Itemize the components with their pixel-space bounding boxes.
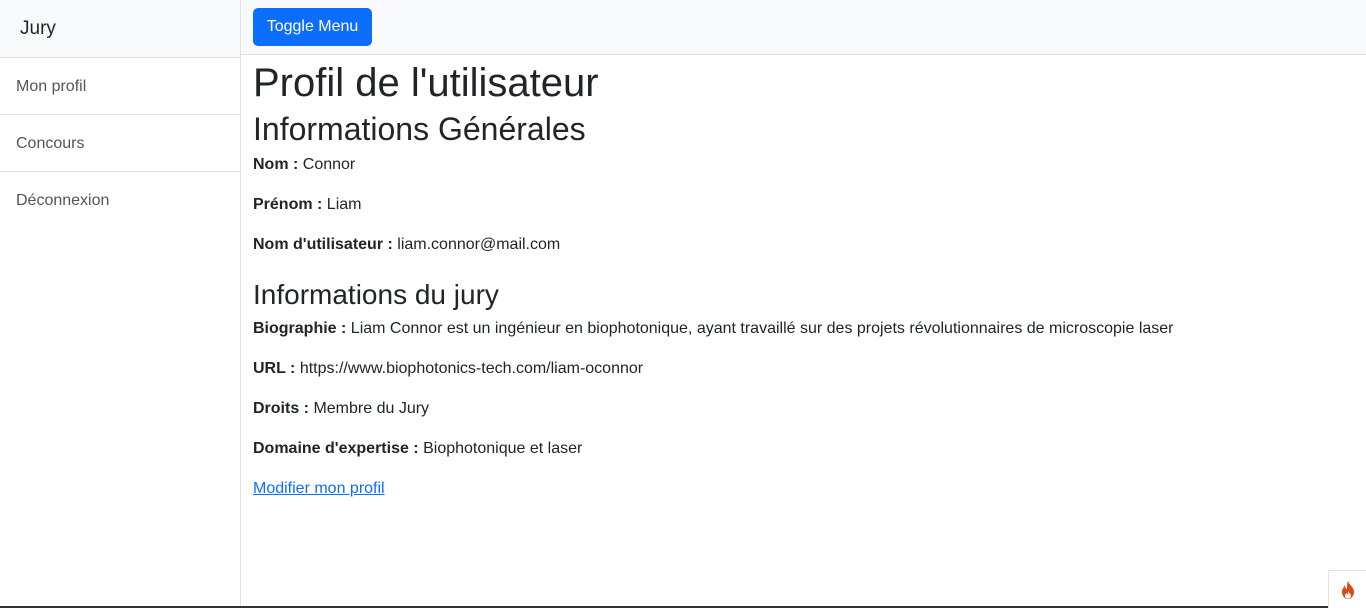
main-content: Profil de l'utilisateur Informations Gén…: [253, 55, 1353, 501]
page-title: Profil de l'utilisateur: [253, 61, 599, 105]
sidebar-item-deconnexion[interactable]: Déconnexion: [0, 172, 240, 228]
info-value: Biophotonique et laser: [423, 440, 583, 457]
sidebar-heading: Jury: [0, 0, 240, 58]
jury-info-heading: Informations du jury: [253, 279, 499, 310]
info-value: Connor: [302, 156, 356, 173]
sidebar-item-mon-profil[interactable]: Mon profil: [0, 58, 240, 115]
info-label: Droits :: [253, 400, 309, 417]
info-row-prenom: Prénom : Liam: [253, 193, 1353, 217]
info-label: URL :: [253, 360, 296, 377]
info-value: liam.connor@mail.com: [397, 236, 561, 253]
info-label: Prénom :: [253, 196, 323, 213]
info-label: Domaine d'expertise :: [253, 440, 419, 457]
info-label: Nom d'utilisateur :: [253, 236, 393, 253]
top-navbar: Toggle Menu: [241, 0, 1366, 55]
info-value: Liam Connor est un ingénieur en biophoto…: [350, 320, 1174, 337]
info-row-droits: Droits : Membre du Jury: [253, 397, 1353, 421]
info-value: https://www.biophotonics-tech.com/liam-o…: [299, 360, 644, 377]
edit-profile-link[interactable]: Modifier mon profil: [253, 477, 385, 501]
sidebar-item-concours[interactable]: Concours: [0, 115, 240, 172]
sidebar: Jury Mon profil Concours Déconnexion: [0, 0, 241, 608]
debug-toolbar-badge[interactable]: [1328, 570, 1366, 608]
info-value: Membre du Jury: [313, 400, 430, 417]
info-row-username: Nom d'utilisateur : liam.connor@mail.com: [253, 233, 1353, 257]
general-info-heading: Informations Générales: [253, 111, 586, 147]
flame-icon: [1341, 580, 1354, 599]
toggle-menu-button[interactable]: Toggle Menu: [253, 8, 372, 46]
info-row-biographie: Biographie : Liam Connor est un ingénieu…: [253, 317, 1353, 341]
info-row-domaine: Domaine d'expertise : Biophotonique et l…: [253, 437, 1353, 461]
info-label: Nom :: [253, 156, 299, 173]
info-row-nom: Nom : Connor: [253, 153, 1353, 177]
info-value: Liam: [326, 196, 362, 213]
info-label: Biographie :: [253, 320, 347, 337]
info-row-url: URL : https://www.biophotonics-tech.com/…: [253, 357, 1353, 381]
